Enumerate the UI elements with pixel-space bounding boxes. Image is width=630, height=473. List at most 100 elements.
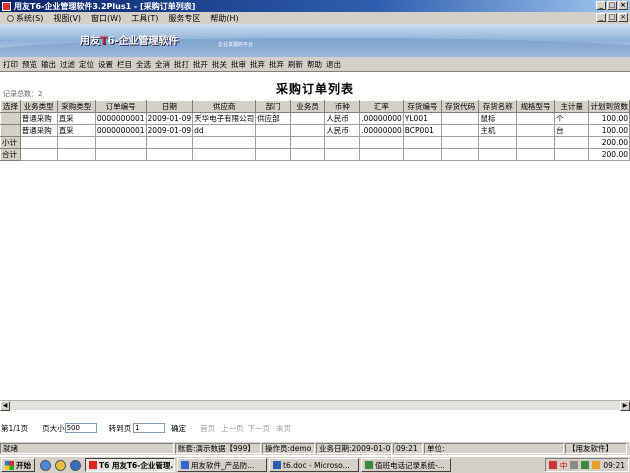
product-logo: 用友T6-企业管理软件 (80, 36, 179, 47)
status-operator: 操作员:demo (262, 443, 315, 454)
batch-discard-button[interactable]: 批弃 (267, 59, 286, 70)
batch-close-button[interactable]: 批关 (210, 59, 229, 70)
windows-flag-icon (5, 460, 14, 470)
col-header[interactable]: 存货编号 (402, 100, 442, 113)
batch-print-button[interactable]: 批打 (172, 59, 191, 70)
col-header[interactable]: 供应商 (192, 100, 257, 113)
row-selector[interactable] (0, 112, 21, 125)
order-list-grid[interactable]: 选择 业务类型 采购类型 订单编号 日期 供应商 部门 业务员 币种 汇率 存货… (0, 100, 630, 400)
select-all-button[interactable]: 全选 (134, 59, 153, 70)
close-button[interactable]: × (618, 1, 628, 10)
col-header[interactable]: 规格型号 (515, 100, 556, 113)
batch-approve-button[interactable]: 批审 (229, 59, 248, 70)
window-titlebar[interactable]: 用友T6-企业管理软件3.2Plus1 - [采购订单列表] _ □ × (0, 0, 630, 12)
child-restore-button[interactable]: □ (607, 13, 617, 22)
col-header[interactable]: 部门 (255, 100, 292, 113)
row-selector[interactable] (0, 124, 21, 137)
task-ufida-web[interactable]: 用友软件_产品防... (177, 458, 267, 472)
page-size-input[interactable] (64, 423, 97, 433)
table-cell: 100.00 (588, 112, 630, 125)
menu-help[interactable]: 帮助(H) (205, 13, 243, 24)
start-button[interactable]: 开始 (1, 458, 35, 472)
scroll-right-icon[interactable]: ▶ (620, 401, 630, 411)
media-icon[interactable] (70, 459, 81, 471)
horizontal-scrollbar[interactable]: ◀ ▶ (0, 400, 630, 411)
ie-icon[interactable] (40, 459, 51, 471)
status-brand: 【用友软件】 (565, 443, 627, 454)
table-row[interactable]: 普通采购 直采 0000000001 2009-01-09 dd 人民币 .00… (0, 124, 630, 137)
exit-button[interactable]: 退出 (324, 59, 343, 70)
toolbar: 打印 预览 输出 过滤 定位 设置 栏目 全选 全消 批打 批开 批关 批审 批… (0, 57, 630, 72)
table-cell: .00000000 (359, 112, 404, 125)
prev-page-button[interactable]: 上一页 (221, 423, 244, 434)
child-close-button[interactable]: × (618, 13, 628, 22)
confirm-button[interactable]: 确定 (171, 423, 186, 434)
folder-icon[interactable] (55, 459, 66, 471)
status-time: 09:21 (393, 443, 423, 454)
app-icon (2, 1, 11, 11)
refresh-button[interactable]: 刷新 (286, 59, 305, 70)
first-page-button[interactable]: 首页 (200, 423, 215, 434)
security-icon[interactable] (581, 461, 590, 469)
table-cell (255, 124, 292, 137)
col-header[interactable]: 选择 (0, 100, 21, 113)
task-t6[interactable]: T6 用友T6-企业管理... (85, 458, 175, 472)
status-ready: 就绪 (0, 443, 174, 454)
task-word-doc[interactable]: t6.doc - Microso... (269, 458, 359, 472)
print-button[interactable]: 打印 (1, 59, 20, 70)
menu-system[interactable]: 系统(S) (2, 13, 48, 24)
batch-unapprove-button[interactable]: 批弃 (248, 59, 267, 70)
status-business-date: 业务日期:2009-01-09 (316, 443, 392, 454)
col-header[interactable]: 币种 (324, 100, 361, 113)
menu-tools[interactable]: 工具(T) (126, 13, 163, 24)
menu-window[interactable]: 窗口(W) (86, 13, 126, 24)
col-header[interactable]: 汇率 (359, 100, 404, 113)
table-cell: 直采 (56, 124, 96, 137)
status-bar: 就绪 账套:演示数据【999】 操作员:demo 业务日期:2009-01-09… (0, 442, 630, 455)
menu-service-zone[interactable]: 服务专区 (163, 13, 205, 24)
table-row[interactable]: 普通采购 直采 0000000001 2009-01-09 天华电子有限公司 供… (0, 112, 630, 125)
status-unit: 单位: (424, 443, 564, 454)
deselect-all-button[interactable]: 全消 (153, 59, 172, 70)
table-cell: 人民币 (324, 112, 361, 125)
scroll-left-icon[interactable]: ◀ (0, 401, 10, 411)
child-window-controls: _ □ × (596, 13, 628, 22)
last-page-button[interactable]: 末页 (276, 423, 291, 434)
table-cell: 2009-01-09 (145, 124, 194, 137)
col-header[interactable]: 主计量 (554, 100, 590, 113)
col-header[interactable]: 计划到货数 (588, 100, 630, 113)
next-page-button[interactable]: 下一页 (248, 423, 271, 434)
export-button[interactable]: 输出 (39, 59, 58, 70)
task-phone-log[interactable]: 值班电话记录系统-... (361, 458, 451, 472)
order-table: 选择 业务类型 采购类型 订单编号 日期 供应商 部门 业务员 币种 汇率 存货… (0, 100, 630, 161)
col-header[interactable]: 订单编号 (94, 100, 147, 113)
col-header[interactable]: 业务类型 (19, 100, 58, 113)
volume-icon[interactable] (592, 461, 601, 469)
record-count: 记录总数：2 (3, 90, 43, 98)
table-cell: 供应部 (255, 112, 292, 125)
col-header[interactable]: 日期 (145, 100, 194, 113)
filter-button[interactable]: 过滤 (58, 59, 77, 70)
network-icon[interactable] (570, 461, 579, 469)
preview-button[interactable]: 预览 (20, 59, 39, 70)
locate-button[interactable]: 定位 (77, 59, 96, 70)
table-cell (440, 112, 480, 125)
table-cell: 普通采购 (19, 124, 58, 137)
ime-icon[interactable] (548, 461, 557, 469)
goto-page-input[interactable] (133, 423, 166, 433)
settings-button[interactable]: 设置 (96, 59, 115, 70)
col-header[interactable]: 存货名称 (478, 100, 517, 113)
batch-open-button[interactable]: 批开 (191, 59, 210, 70)
menu-view[interactable]: 视图(V) (48, 13, 86, 24)
col-header[interactable]: 采购类型 (56, 100, 96, 113)
ime-label[interactable]: 中 (560, 460, 568, 471)
child-minimize-button[interactable]: _ (596, 13, 606, 22)
maximize-button[interactable]: □ (607, 1, 617, 10)
table-cell: 天华电子有限公司 (192, 112, 257, 125)
col-header[interactable]: 业务员 (290, 100, 326, 113)
table-cell: dd (192, 124, 257, 137)
col-header[interactable]: 存货代码 (440, 100, 480, 113)
columns-button[interactable]: 栏目 (115, 59, 134, 70)
help-button[interactable]: 帮助 (305, 59, 324, 70)
minimize-button[interactable]: _ (596, 1, 606, 10)
